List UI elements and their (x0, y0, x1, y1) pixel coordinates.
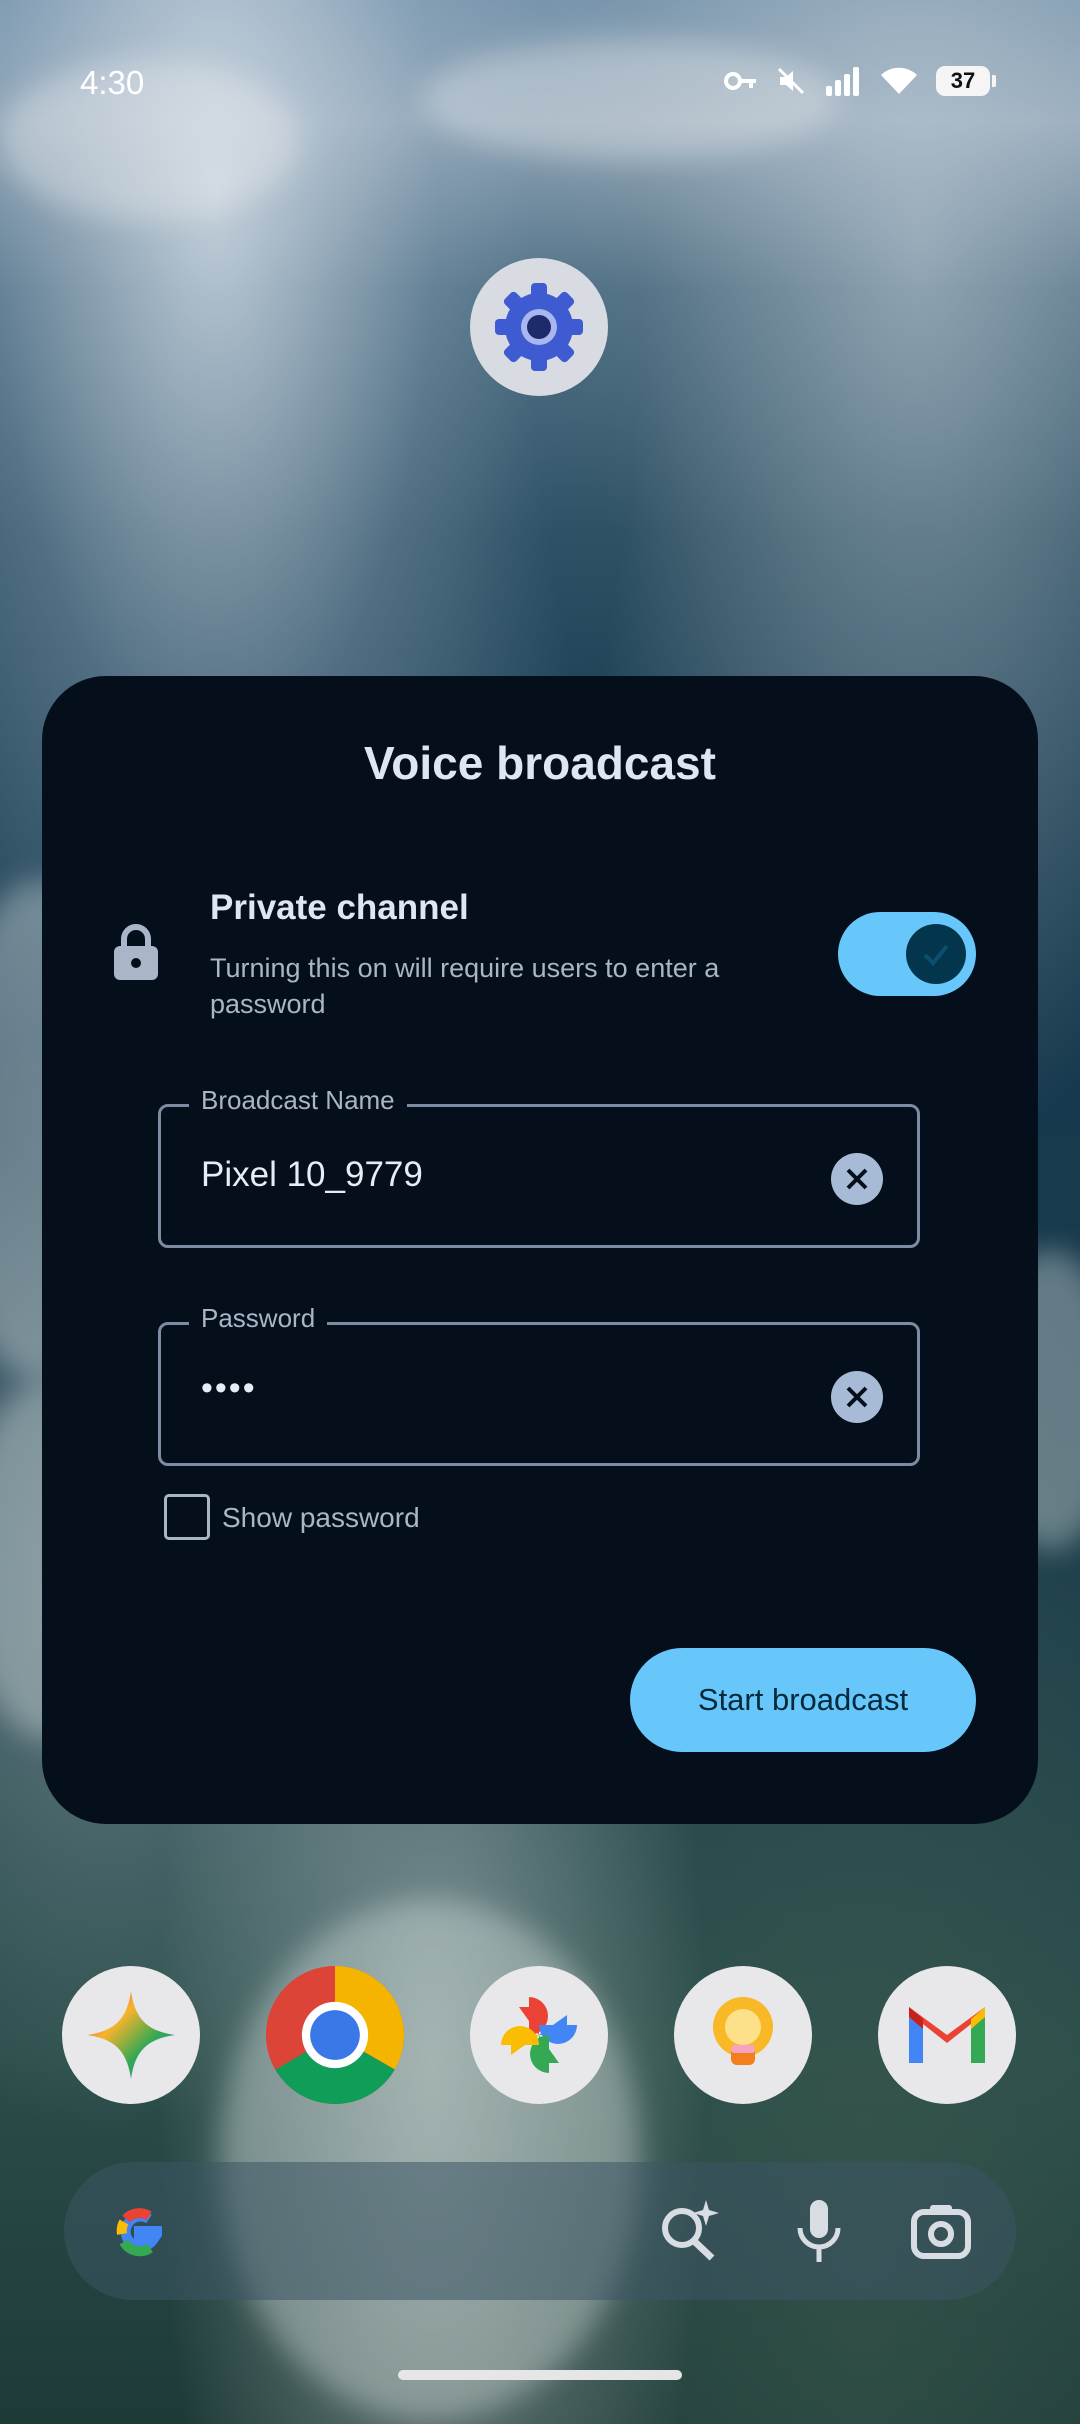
status-time: 4:30 (80, 64, 145, 101)
settings-app-icon[interactable] (470, 258, 608, 396)
clear-broadcast-name-button[interactable] (831, 1153, 883, 1205)
settings-gear-icon (495, 283, 583, 371)
mic-icon[interactable] (784, 2196, 854, 2266)
password-label: Password (189, 1303, 328, 1334)
signal-icon (826, 67, 859, 96)
gemini-app[interactable] (62, 1966, 200, 2104)
voice-broadcast-dialog: Voice broadcast Private channel Turning … (42, 676, 1038, 1824)
vpn-key-icon (724, 72, 756, 90)
clear-password-button[interactable] (831, 1371, 883, 1423)
keep-app[interactable] (674, 1966, 812, 2104)
gmail-icon (909, 2007, 985, 2063)
broadcast-name-label: Broadcast Name (189, 1085, 407, 1116)
ai-search-icon[interactable] (654, 2196, 724, 2266)
status-icons: 37 (724, 66, 996, 96)
broadcast-name-field[interactable]: Broadcast Name Pixel 10_9779 (158, 1085, 920, 1248)
google-g-icon (116, 2208, 163, 2257)
chrome-icon (266, 1966, 404, 2104)
close-icon (846, 1168, 868, 1190)
lens-camera-icon[interactable] (906, 2196, 976, 2266)
status-bar: 4:30 37 (0, 0, 1080, 120)
password-input[interactable]: •••• (201, 1369, 257, 1408)
private-channel-title: Private channel (210, 888, 469, 927)
toggle-knob (906, 924, 966, 984)
mute-icon (777, 67, 805, 95)
dialog-title: Voice broadcast (364, 737, 716, 789)
battery-icon: 37 (936, 66, 996, 96)
close-icon (846, 1386, 868, 1408)
lock-icon (114, 924, 158, 980)
show-password-checkbox[interactable] (164, 1494, 210, 1540)
photos-app[interactable] (470, 1966, 608, 2104)
check-icon (923, 944, 949, 966)
wifi-icon (881, 67, 917, 94)
keep-bulb-icon (713, 1997, 773, 2065)
private-channel-description: Turning this on will require users to en… (210, 953, 720, 1019)
gemini-icon (87, 1991, 175, 2079)
password-field[interactable]: Password •••• (158, 1303, 920, 1466)
broadcast-name-input[interactable]: Pixel 10_9779 (201, 1155, 423, 1195)
photos-icon (501, 1997, 577, 2073)
private-channel-toggle[interactable] (838, 912, 976, 996)
start-broadcast-button[interactable]: Start broadcast (630, 1648, 976, 1752)
chrome-app[interactable] (266, 1966, 404, 2104)
gesture-navigation-bar[interactable] (398, 2370, 682, 2380)
gmail-app[interactable] (878, 1966, 1016, 2104)
show-password-label[interactable]: Show password (222, 1502, 420, 1534)
google-search-bar[interactable] (64, 2162, 1016, 2300)
